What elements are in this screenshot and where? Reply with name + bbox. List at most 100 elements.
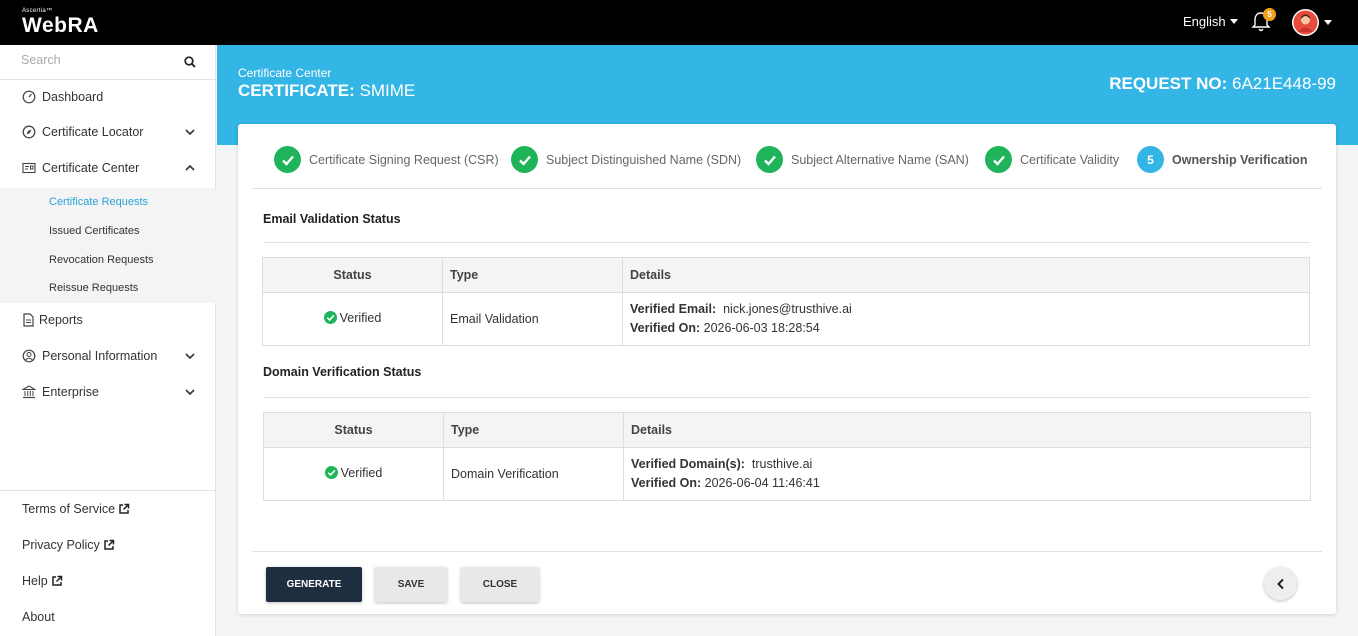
sidebar-subitem-certificate-requests[interactable]: Certificate Requests <box>49 196 148 208</box>
domain-verification-table: Status Type Details Verified Domain Veri… <box>263 412 1311 501</box>
detail-line: Verified Domain(s): trusthive.ai <box>631 455 1310 474</box>
email-section-divider <box>263 242 1310 243</box>
sidebar-item-label: Reports <box>39 313 83 327</box>
column-header-status: Status <box>262 257 443 293</box>
check-circle-icon <box>324 466 338 480</box>
caret-down-icon <box>1229 19 1238 24</box>
status-text: Verified <box>339 310 382 325</box>
step-csr[interactable]: Certificate Signing Request (CSR) <box>274 146 499 173</box>
verified-on-value: 2026-06-04 11:46:41 <box>704 476 820 490</box>
step-ownership-verification[interactable]: 5 Ownership Verification <box>1137 146 1307 173</box>
status-cell: Verified <box>263 447 444 501</box>
check-circle-icon <box>274 146 301 173</box>
type-cell: Domain Verification <box>443 447 624 501</box>
search-input[interactable] <box>21 53 181 67</box>
steps-divider <box>252 188 1322 189</box>
language-selector[interactable]: English <box>1183 14 1238 29</box>
sidebar-item-label: Certificate Locator <box>42 125 144 139</box>
bank-icon <box>22 385 36 399</box>
wizard-steps: Certificate Signing Request (CSR) Subjec… <box>238 124 1336 189</box>
external-link-icon <box>51 575 62 586</box>
page-title-value: SMIME <box>359 81 416 100</box>
detail-line: Verified On: 2026-06-04 11:46:41 <box>631 474 1310 493</box>
status-text: Verified <box>340 465 383 480</box>
check-circle-icon <box>756 146 783 173</box>
breadcrumb[interactable]: Certificate Center <box>238 66 331 80</box>
sidebar-item-label: Certificate Center <box>42 161 140 175</box>
sidebar-item-certificate-center[interactable]: Certificate Center <box>0 151 216 185</box>
user-circle-icon <box>22 349 36 363</box>
sidebar-subitem-reissue-requests[interactable]: Reissue Requests <box>49 282 138 294</box>
detail-label: Verified On: <box>631 476 702 490</box>
step-label: Subject Alternative Name (SAN) <box>791 152 969 167</box>
close-button[interactable]: CLOSE <box>461 567 539 602</box>
request-number: REQUEST NO: 6A21E448-99 <box>1109 74 1336 94</box>
sidebar-subitem-issued-certificates[interactable]: Issued Certificates <box>49 225 139 237</box>
domain-section-divider <box>263 397 1310 398</box>
chevron-down-icon <box>185 389 195 396</box>
top-bar: Ascertia™ WebRA English 5 <box>0 0 1358 45</box>
dashboard-icon <box>22 90 36 104</box>
back-button[interactable] <box>1264 567 1297 600</box>
verified-domain-value: trusthive.ai <box>751 457 813 471</box>
detail-label: Verified On: <box>630 321 701 335</box>
type-cell: Email Validation <box>442 292 623 346</box>
step-label: Certificate Signing Request (CSR) <box>309 152 499 167</box>
verified-email-value: nick.jones@trusthive.ai <box>723 302 852 316</box>
terms-of-service-link[interactable]: Terms of Service <box>22 502 130 516</box>
step-label: Subject Distinguished Name (SDN) <box>546 152 742 167</box>
sidebar-item-label: Dashboard <box>42 90 104 104</box>
certificate-center-submenu: Certificate Requests Issued Certificates… <box>0 188 216 303</box>
details-cell: Verified Domain(s): trusthive.ai Verifie… <box>623 447 1311 501</box>
step-label: Ownership Verification <box>1172 152 1308 167</box>
logo-name: WebRA <box>22 14 99 37</box>
chevron-down-icon <box>185 129 195 136</box>
verified-on-value: 2026-06-03 18:28:54 <box>703 321 820 335</box>
email-validation-table: Status Type Details Verified Email Valid… <box>262 257 1310 346</box>
details-cell: Verified Email: nick.jones@trusthive.ai … <box>622 292 1310 346</box>
check-circle-icon <box>985 146 1012 173</box>
sidebar-subitem-revocation-requests[interactable]: Revocation Requests <box>49 254 154 266</box>
sidebar-item-enterprise[interactable]: Enterprise <box>0 375 216 409</box>
footer-link-label: Privacy Policy <box>22 538 100 552</box>
about-link[interactable]: About <box>22 610 55 624</box>
help-link[interactable]: Help <box>22 574 63 588</box>
sidebar-item-dashboard[interactable]: Dashboard <box>0 80 216 114</box>
email-section-title: Email Validation Status <box>263 212 401 226</box>
column-header-type: Type <box>443 412 624 448</box>
step-san[interactable]: Subject Alternative Name (SAN) <box>756 146 969 173</box>
request-number-value: 6A21E448-99 <box>1232 74 1336 93</box>
sidebar-search <box>0 45 216 80</box>
compass-icon <box>22 125 36 139</box>
save-button[interactable]: SAVE <box>375 567 447 602</box>
table-row: Verified Email Validation Verified Email… <box>262 292 1310 346</box>
sidebar-item-personal-information[interactable]: Personal Information <box>0 339 216 373</box>
search-icon[interactable] <box>184 56 196 68</box>
detail-line: Verified On: 2026-06-03 18:28:54 <box>630 319 1309 338</box>
step-label: Certificate Validity <box>1020 152 1120 167</box>
step-sdn[interactable]: Subject Distinguished Name (SDN) <box>511 146 741 173</box>
avatar[interactable] <box>1292 9 1319 36</box>
avatar-caret-down-icon[interactable] <box>1324 20 1332 25</box>
table-header-row: Status Type Details <box>262 257 1310 293</box>
detail-line: Verified Email: nick.jones@trusthive.ai <box>630 300 1309 319</box>
table-row: Verified Domain Verification Verified Do… <box>263 447 1311 501</box>
external-link-icon <box>104 539 115 550</box>
request-card: Certificate Signing Request (CSR) Subjec… <box>238 124 1336 614</box>
actions-divider <box>252 551 1322 552</box>
step-number: 5 <box>1137 146 1164 173</box>
footer-link-label: Terms of Service <box>22 502 116 516</box>
column-header-details: Details <box>623 412 1311 448</box>
generate-button[interactable]: GENERATE <box>266 567 362 602</box>
sidebar-item-reports[interactable]: Reports <box>0 303 216 337</box>
check-circle-icon <box>511 146 538 173</box>
sidebar-item-certificate-locator[interactable]: Certificate Locator <box>0 115 216 149</box>
privacy-policy-link[interactable]: Privacy Policy <box>22 538 115 552</box>
step-certificate-validity[interactable]: Certificate Validity <box>985 146 1119 173</box>
app-logo[interactable]: Ascertia™ WebRA <box>22 8 99 37</box>
domain-section-title: Domain Verification Status <box>263 365 422 379</box>
column-header-type: Type <box>442 257 623 293</box>
certificate-icon <box>22 162 36 174</box>
sidebar-item-label: Enterprise <box>42 385 99 399</box>
check-circle-icon <box>323 311 337 325</box>
